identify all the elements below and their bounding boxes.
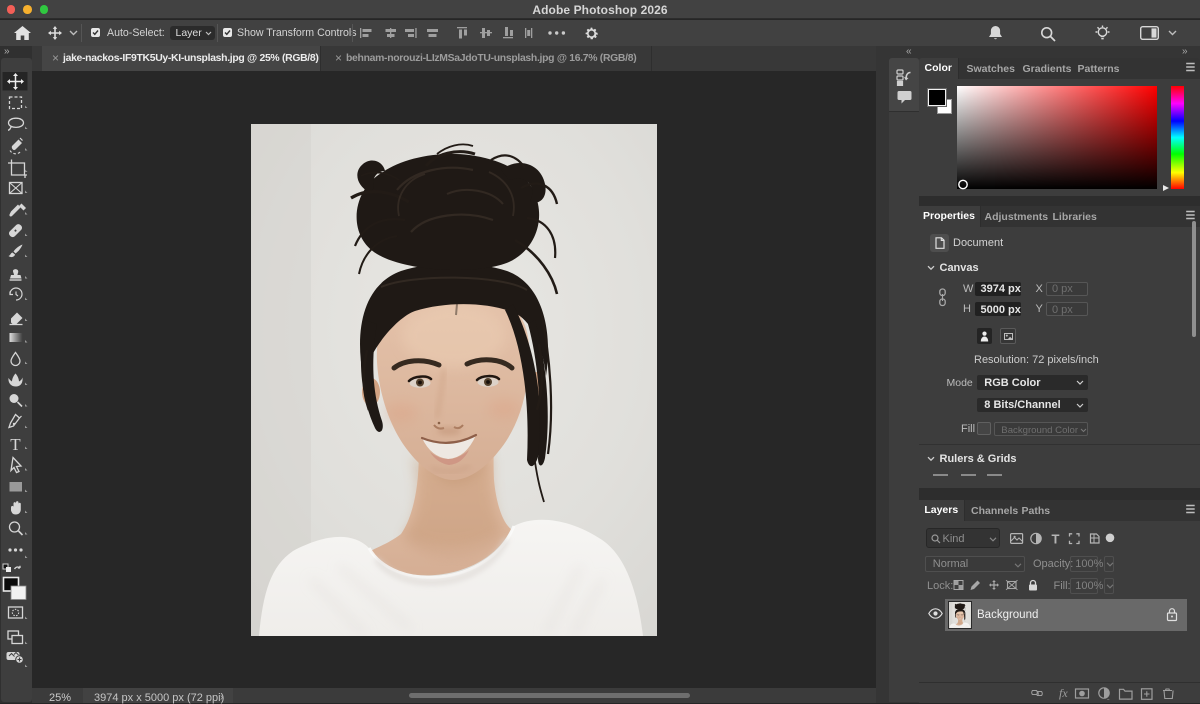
svg-text:fx: fx xyxy=(1059,686,1068,700)
svg-text:T: T xyxy=(10,435,21,454)
svg-text:T: T xyxy=(1051,532,1059,545)
